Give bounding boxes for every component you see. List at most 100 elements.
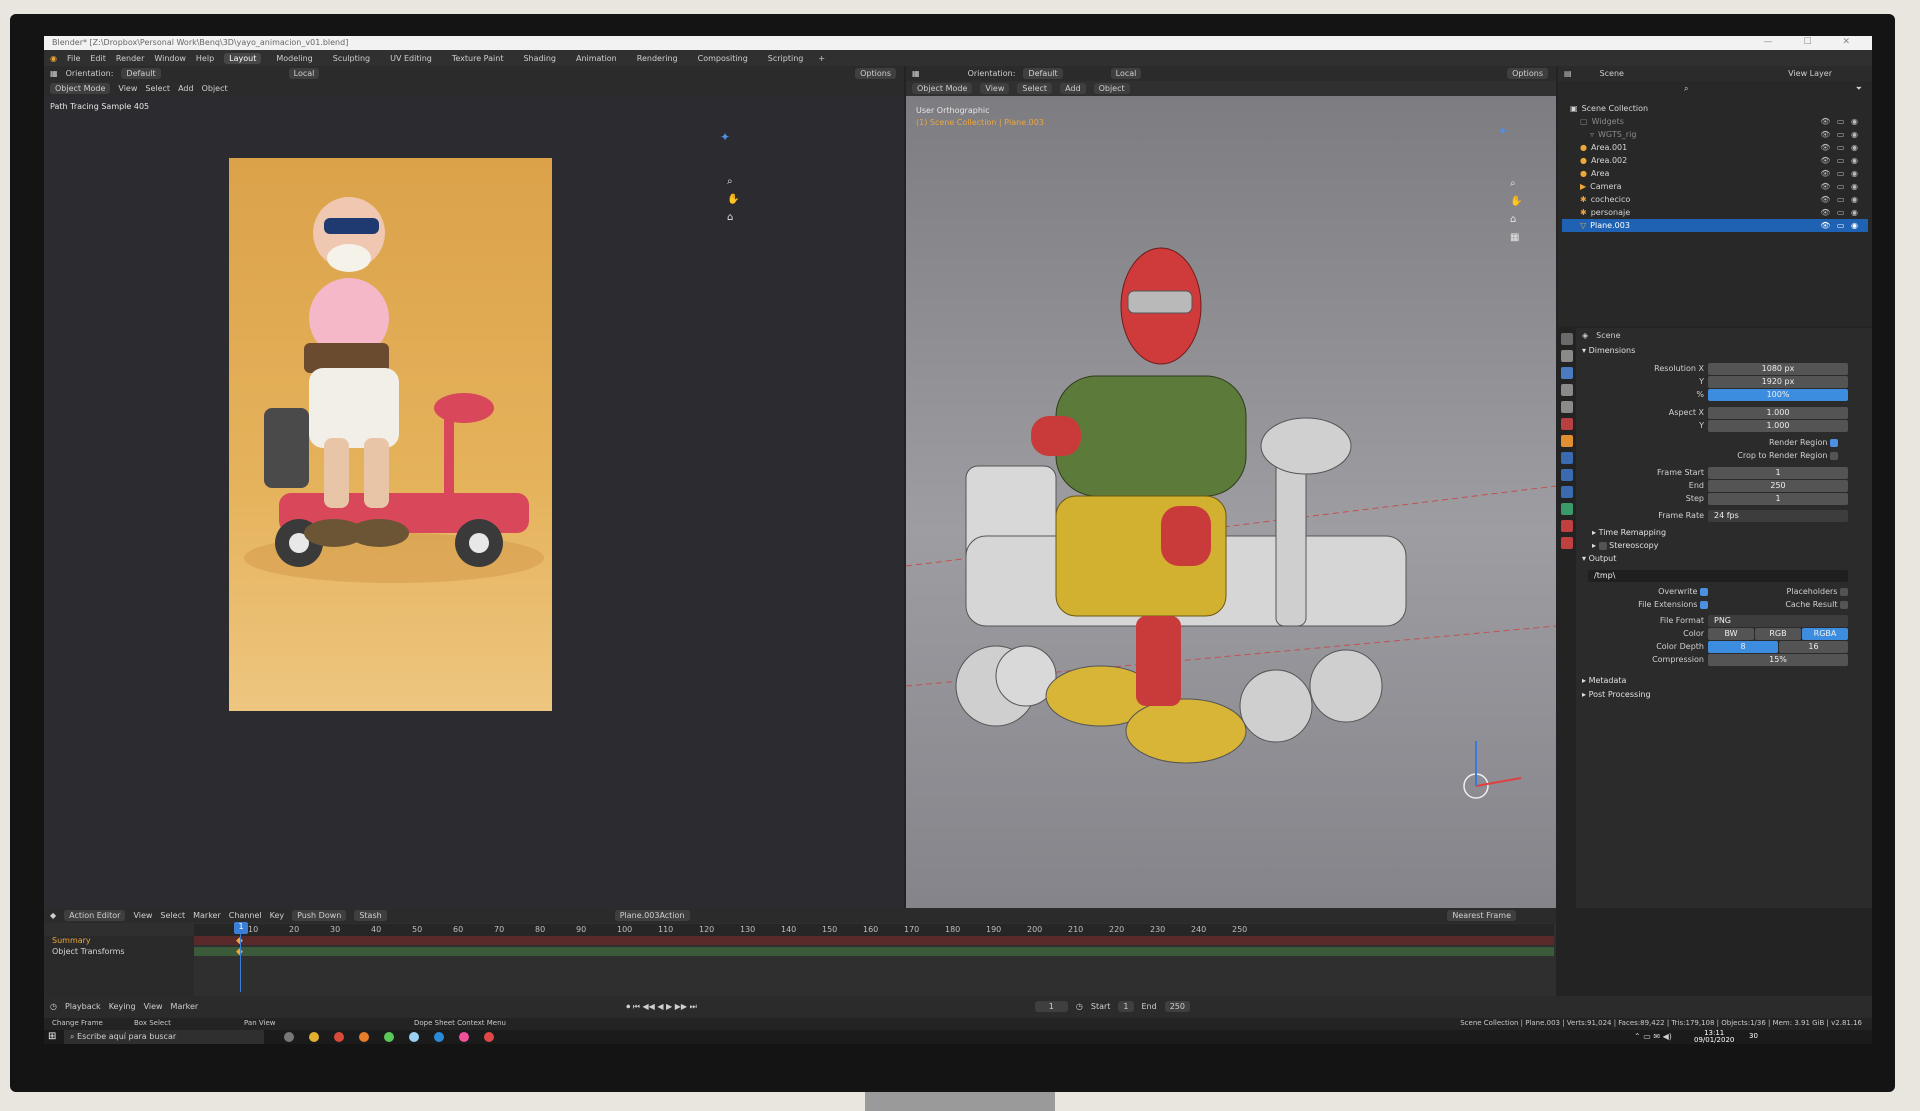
compression-slider[interactable]: 15% bbox=[1708, 654, 1848, 666]
section-post-processing[interactable]: ▸ Post Processing bbox=[1582, 690, 1651, 699]
resolution-percent-slider[interactable]: 100% bbox=[1708, 389, 1848, 401]
current-frame-indicator[interactable]: 1 bbox=[234, 922, 248, 934]
menu-object[interactable]: Object bbox=[202, 84, 228, 93]
visibility-icons[interactable]: 👁 ▭ ◉ bbox=[1820, 130, 1860, 139]
aspect-y-field[interactable]: 1.000 bbox=[1708, 420, 1848, 432]
file-format-dropdown[interactable]: PNG bbox=[1708, 615, 1848, 627]
visibility-icons[interactable]: 👁 ▭ ◉ bbox=[1820, 169, 1860, 178]
windows-start-icon[interactable]: ⊞ bbox=[48, 1031, 56, 1042]
resolution-y-field[interactable]: 1920 px bbox=[1708, 376, 1848, 388]
tool-tab-icon[interactable] bbox=[1561, 333, 1573, 345]
itunes-icon[interactable] bbox=[459, 1032, 469, 1042]
navigation-gizmo-icon[interactable]: ✦ bbox=[1498, 124, 1508, 138]
menu-view[interactable]: View bbox=[118, 84, 137, 93]
app-icon[interactable] bbox=[484, 1032, 494, 1042]
editor-mode-dropdown[interactable]: Action Editor bbox=[64, 910, 126, 921]
menu-add[interactable]: Add bbox=[178, 84, 194, 93]
camera-view-icon[interactable]: ⌂ bbox=[1510, 214, 1516, 225]
add-workspace-icon[interactable]: + bbox=[818, 54, 825, 63]
visibility-icons[interactable]: 👁 ▭ ◉ bbox=[1820, 156, 1860, 165]
editor-type-icon[interactable]: ▤ bbox=[1564, 69, 1572, 78]
navigation-gizmo-icon[interactable]: ✦ bbox=[720, 130, 730, 144]
modifier-tab-icon[interactable] bbox=[1561, 452, 1573, 464]
outliner-row[interactable]: ▶ Camera 👁 ▭ ◉ bbox=[1562, 180, 1868, 193]
frame-ruler[interactable]: 10 20 30 40 50 60 70 80 90 100 110 120 130 140 150 160 1… bbox=[194, 924, 1554, 936]
menu-edit[interactable]: Edit bbox=[90, 54, 106, 63]
tab-modeling[interactable]: Modeling bbox=[271, 53, 317, 64]
outliner-row[interactable]: ▿ WGTS_rig 👁 ▭ ◉ bbox=[1562, 128, 1868, 141]
frame-end-field[interactable]: 250 bbox=[1708, 480, 1848, 492]
menu-render[interactable]: Render bbox=[116, 54, 144, 63]
particles-tab-icon[interactable] bbox=[1561, 469, 1573, 481]
color-bw-button[interactable]: BW bbox=[1708, 628, 1754, 640]
menu-playback[interactable]: Playback bbox=[65, 1002, 101, 1011]
editor-type-icon[interactable]: ◆ bbox=[50, 911, 56, 920]
search-icon[interactable]: ⌕ bbox=[1684, 84, 1688, 94]
output-tab-icon[interactable] bbox=[1561, 367, 1573, 379]
3d-viewport[interactable]: ▦ Orientation: Default Local Options Obj… bbox=[906, 66, 1556, 908]
frame-start-field[interactable]: 1 bbox=[1708, 467, 1848, 479]
color-rgba-button[interactable]: RGBA bbox=[1802, 628, 1848, 640]
menu-keying[interactable]: Keying bbox=[109, 1002, 136, 1011]
playback-controls[interactable]: ⏺ ⏮ ◀◀ ◀ ▶ ▶▶ ⏭ bbox=[626, 1002, 697, 1012]
physics-tab-icon[interactable] bbox=[1561, 486, 1573, 498]
visibility-icons[interactable]: 👁 ▭ ◉ bbox=[1820, 208, 1860, 217]
pivot-dropdown[interactable]: Local bbox=[288, 68, 320, 79]
texture-tab-icon[interactable] bbox=[1561, 537, 1573, 549]
world-tab-icon[interactable] bbox=[1561, 418, 1573, 430]
color-depth-16-button[interactable]: 16 bbox=[1779, 641, 1848, 653]
scene-label[interactable]: Scene bbox=[1600, 69, 1624, 78]
tray-icons[interactable]: ⌃ ▭ ✉ ◀) bbox=[1634, 1032, 1672, 1041]
section-dimensions[interactable]: ▾ Dimensions bbox=[1582, 346, 1635, 355]
whatsapp-icon[interactable] bbox=[384, 1032, 394, 1042]
taskbar-search-box[interactable]: ⌕ Escribe aquí para buscar bbox=[64, 1030, 264, 1044]
tab-scripting[interactable]: Scripting bbox=[763, 53, 809, 64]
menu-key[interactable]: Key bbox=[270, 911, 285, 920]
outliner-row[interactable]: ● Area.002 👁 ▭ ◉ bbox=[1562, 154, 1868, 167]
mode-dropdown[interactable]: Object Mode bbox=[50, 83, 111, 94]
snap-dropdown[interactable]: Nearest Frame bbox=[1447, 910, 1516, 921]
taskbar-clock[interactable]: 13:11 09/01/2020 bbox=[1694, 1030, 1734, 1044]
tab-sculpting[interactable]: Sculpting bbox=[328, 53, 375, 64]
object-tab-icon[interactable] bbox=[1561, 435, 1573, 447]
blender-logo-icon[interactable]: ◉ bbox=[50, 54, 57, 63]
orientation-dropdown[interactable]: Default bbox=[121, 68, 161, 79]
render-viewport[interactable]: ▦ Orientation: Default Local Options Obj… bbox=[44, 66, 904, 908]
tab-compositing[interactable]: Compositing bbox=[693, 53, 753, 64]
blender-icon[interactable] bbox=[359, 1032, 369, 1042]
push-down-button[interactable]: Push Down bbox=[292, 910, 347, 921]
section-time-remapping[interactable]: ▸ Time Remapping bbox=[1592, 528, 1666, 537]
scene-tab-icon[interactable] bbox=[1561, 401, 1573, 413]
outliner-row[interactable]: ✱ personaje 👁 ▭ ◉ bbox=[1562, 206, 1868, 219]
menu-file[interactable]: File bbox=[67, 54, 80, 63]
color-rgb-button[interactable]: RGB bbox=[1755, 628, 1801, 640]
section-output[interactable]: ▾ Output bbox=[1582, 554, 1616, 563]
menu-marker[interactable]: Marker bbox=[171, 1002, 199, 1011]
skype-icon[interactable] bbox=[434, 1032, 444, 1042]
visibility-icons[interactable]: 👁 ▭ ◉ bbox=[1820, 182, 1860, 191]
overwrite-checkbox[interactable]: Overwrite bbox=[1598, 587, 1708, 596]
menu-help[interactable]: Help bbox=[196, 54, 214, 63]
menu-select[interactable]: Select bbox=[145, 84, 170, 93]
outliner-row[interactable]: ● Area 👁 ▭ ◉ bbox=[1562, 167, 1868, 180]
tab-uv-editing[interactable]: UV Editing bbox=[385, 53, 437, 64]
channel-object-transforms[interactable]: Object Transforms bbox=[44, 947, 194, 958]
stash-button[interactable]: Stash bbox=[354, 910, 387, 921]
zoom-icon[interactable]: ⌕ bbox=[1510, 178, 1516, 189]
cache-result-checkbox[interactable]: Cache Result bbox=[1718, 600, 1848, 609]
tab-rendering[interactable]: Rendering bbox=[632, 53, 683, 64]
menu-marker[interactable]: Marker bbox=[193, 911, 221, 920]
options-dropdown[interactable]: Options bbox=[855, 68, 896, 79]
render-region-checkbox[interactable]: Render Region bbox=[1598, 438, 1838, 447]
menu-select[interactable]: Select bbox=[160, 911, 185, 920]
chrome-icon[interactable] bbox=[334, 1032, 344, 1042]
tab-layout[interactable]: Layout bbox=[224, 52, 262, 64]
crop-region-checkbox[interactable]: Crop to Render Region bbox=[1598, 451, 1838, 460]
render-tab-icon[interactable] bbox=[1561, 350, 1573, 362]
dope-sheet-editor[interactable]: ◆ Action Editor View Select Marker Chann… bbox=[44, 908, 1556, 996]
zoom-icon[interactable]: ⌕ bbox=[727, 176, 733, 187]
visibility-icons[interactable]: 👁 ▭ ◉ bbox=[1820, 221, 1860, 230]
start-frame-field[interactable]: 1 bbox=[1118, 1001, 1134, 1012]
visibility-icons[interactable]: 👁 ▭ ◉ bbox=[1820, 117, 1860, 126]
menu-view[interactable]: View bbox=[144, 1002, 163, 1011]
